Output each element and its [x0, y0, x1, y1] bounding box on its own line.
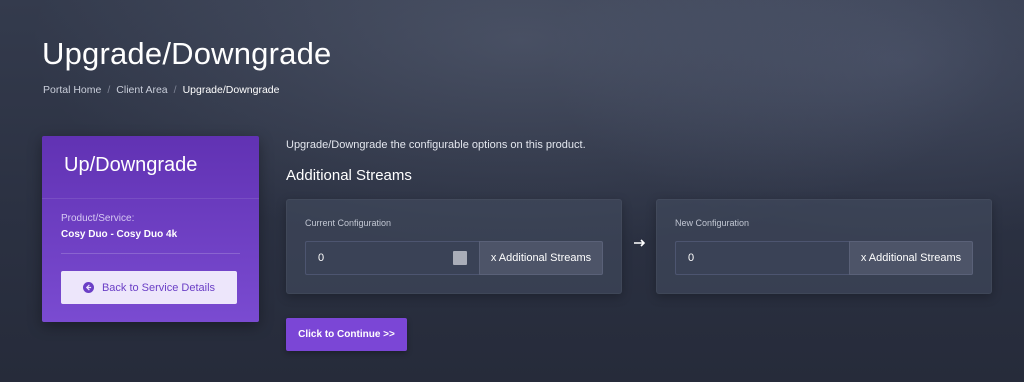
sidebar-divider — [61, 253, 240, 254]
breadcrumb: Portal Home / Client Area / Upgrade/Down… — [43, 84, 279, 96]
back-to-service-details-button[interactable]: Back to Service Details — [61, 271, 237, 304]
product-service-label: Product/Service: — [61, 213, 135, 224]
current-streams-addon: x Additional Streams — [479, 241, 603, 275]
new-configuration-label: New Configuration — [675, 218, 750, 228]
page-title: Upgrade/Downgrade — [42, 36, 332, 71]
current-configuration-panel: Current Configuration 0 x Additional Str… — [286, 199, 622, 294]
sidebar-header-divider — [42, 198, 259, 199]
intro-text: Upgrade/Downgrade the configurable optio… — [286, 139, 586, 151]
back-button-label: Back to Service Details — [101, 281, 216, 294]
arrow-right-icon — [634, 239, 646, 247]
current-configuration-input-group: 0 x Additional Streams — [305, 241, 603, 275]
new-streams-value: 0 — [688, 252, 695, 264]
current-streams-input: 0 — [305, 241, 479, 275]
product-service-value: Cosy Duo - Cosy Duo 4k — [61, 229, 178, 240]
circle-arrow-left-icon — [82, 282, 94, 293]
breadcrumb-separator: / — [107, 84, 111, 96]
current-streams-value: 0 — [318, 252, 325, 264]
sidebar-title: Up/Downgrade — [64, 154, 198, 176]
breadcrumb-separator: / — [173, 84, 177, 96]
breadcrumb-portal-home[interactable]: Portal Home — [43, 84, 101, 96]
continue-button[interactable]: Click to Continue >> — [286, 318, 407, 351]
breadcrumb-current: Upgrade/Downgrade — [182, 84, 280, 96]
breadcrumb-client-area[interactable]: Client Area — [116, 84, 167, 96]
section-heading: Additional Streams — [286, 167, 412, 184]
new-configuration-input-group: 0 x Additional Streams — [675, 241, 973, 275]
upgrade-sidebar-panel: Up/Downgrade Product/Service: Cosy Duo -… — [42, 136, 259, 322]
current-configuration-label: Current Configuration — [305, 218, 392, 228]
new-streams-addon: x Additional Streams — [849, 241, 973, 275]
spinner-control-icon — [453, 251, 467, 265]
new-streams-input[interactable]: 0 — [675, 241, 849, 275]
new-configuration-panel: New Configuration 0 x Additional Streams — [656, 199, 992, 294]
